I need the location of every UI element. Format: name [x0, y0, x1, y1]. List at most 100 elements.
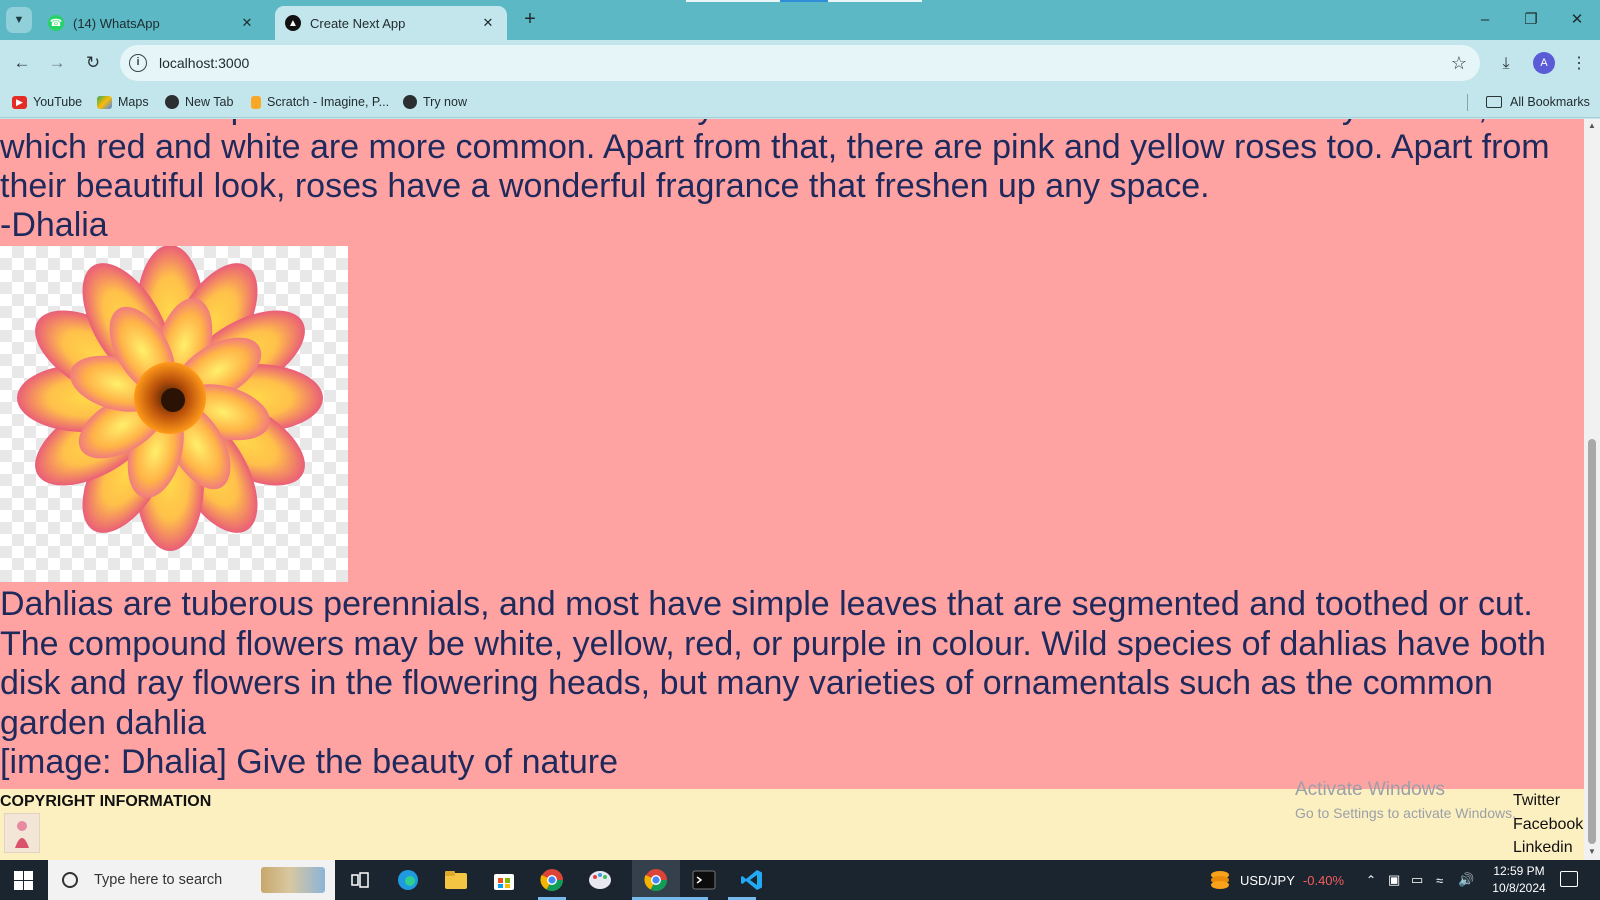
page-viewport[interactable]: It has beautiful petals and a stem that … [0, 119, 1584, 860]
tab-title: (14) WhatsApp [73, 15, 160, 31]
file-explorer-app[interactable] [442, 866, 470, 894]
reload-icon: ↻ [85, 53, 101, 72]
edge-app[interactable] [394, 866, 422, 894]
copyright-heading: COPYRIGHT INFORMATION [0, 793, 212, 810]
bookmark-label: Try now [423, 95, 467, 109]
page-footer: COPYRIGHT INFORMATION Activate Windows G… [0, 779, 1584, 860]
vscode-app[interactable] [738, 866, 766, 894]
info-icon[interactable]: i [129, 54, 147, 72]
edge-icon [398, 870, 418, 890]
store-icon [494, 874, 514, 890]
menu-button[interactable]: ⋮ [1567, 52, 1591, 76]
device-icon: ▣ [1388, 872, 1401, 887]
dahlia-flower-illustration [17, 245, 323, 551]
kebab-menu-icon: ⋮ [1571, 55, 1587, 72]
store-app[interactable] [490, 866, 518, 894]
reload-button[interactable]: ↻ [80, 50, 106, 76]
globe-icon [165, 95, 179, 109]
bookmark-scratch[interactable]: Scratch - Imagine, P... [251, 92, 389, 112]
chrome-app[interactable] [538, 866, 566, 894]
all-bookmarks-button[interactable]: All Bookmarks [1486, 92, 1590, 112]
ticker-change: -0.40% [1302, 872, 1345, 888]
maps-icon [97, 95, 112, 109]
close-window-button[interactable]: ✕ [1562, 8, 1592, 32]
social-link-linkedin[interactable]: Linkedin [1513, 836, 1583, 860]
search-highlight-image [261, 867, 325, 893]
new-tab-button[interactable]: + [518, 8, 542, 32]
task-view-button[interactable] [346, 866, 374, 894]
bookmarks-bar: ▶ YouTube Maps New Tab Scratch - Imagine… [0, 86, 1600, 118]
url-text[interactable]: localhost:3000 [159, 55, 1444, 71]
scroll-up-icon[interactable]: ▲ [1588, 121, 1596, 130]
taskbar-clock[interactable]: 12:59 PM 10/8/2024 [1482, 863, 1556, 897]
terminal-app[interactable] [690, 866, 718, 894]
page-content: It has beautiful petals and a stem that … [0, 119, 1584, 789]
watermark-line-2: Go to Settings to activate Windows. [1295, 805, 1516, 821]
dahlia-image [0, 245, 348, 582]
arrow-right-icon: → [48, 53, 66, 72]
drag-indicator [686, 0, 780, 2]
close-icon[interactable]: ✕ [479, 15, 497, 31]
windows-start-button[interactable] [14, 871, 33, 890]
watermark-line-1: Activate Windows [1295, 779, 1445, 800]
scrollbar-thumb[interactable] [1588, 439, 1596, 844]
ticker-widget-icon[interactable] [1206, 866, 1234, 894]
scroll-down-icon[interactable]: ▼ [1588, 847, 1596, 856]
task-view-icon [351, 872, 369, 888]
bookmark-label: Maps [118, 95, 149, 109]
restore-button[interactable]: ❐ [1516, 8, 1546, 32]
download-icon: ⤓ [1502, 55, 1510, 72]
bookmark-new-tab[interactable]: New Tab [165, 92, 233, 112]
globe-icon [403, 95, 417, 109]
plus-icon: + [524, 8, 536, 30]
search-icon [62, 872, 78, 888]
social-link-twitter[interactable]: Twitter [1513, 789, 1583, 813]
bookmark-label: New Tab [185, 95, 234, 109]
flower-heading: -Dhalia [0, 206, 108, 244]
volume-tray[interactable]: 🔊 [1458, 860, 1474, 900]
drag-indicator-accent [780, 0, 828, 2]
drag-indicator-2 [828, 0, 922, 2]
taskbar-search[interactable]: Type here to search [48, 860, 335, 900]
downloads-button[interactable]: ⤓ [1494, 52, 1518, 76]
footer-logo [4, 813, 40, 853]
arrow-left-icon: ← [13, 53, 31, 72]
dahlia-paragraph: Dahlias are tuberous perennials, and mos… [0, 585, 1546, 742]
star-icon[interactable]: ☆ [1444, 53, 1474, 74]
bookmark-label: Scratch - Imagine, P... [267, 95, 390, 109]
minimize-button[interactable]: – [1470, 8, 1500, 32]
meet-now-tray[interactable]: ▣ [1388, 860, 1400, 900]
image-caption: [image: Dhalia] Give the beauty of natur… [0, 743, 619, 781]
tab-search-button[interactable]: ▼ [6, 7, 32, 33]
chrome-profile-app[interactable] [642, 866, 670, 894]
bookmarks-divider [1467, 94, 1468, 111]
bookmark-maps[interactable]: Maps [97, 92, 149, 112]
ticker-widget[interactable]: USD/JPY -0.40% [1240, 860, 1344, 900]
profile-avatar[interactable]: A [1533, 52, 1555, 74]
notification-icon[interactable] [1560, 871, 1578, 887]
clock-date: 10/8/2024 [1492, 881, 1546, 895]
battery-icon: ▭ [1411, 872, 1424, 887]
address-bar[interactable]: i localhost:3000 ☆ [120, 45, 1480, 81]
speaker-icon: 🔊 [1458, 872, 1475, 887]
chevron-up-icon: ⌃ [1366, 873, 1377, 887]
back-button[interactable]: ← [9, 50, 35, 76]
battery-tray[interactable]: ▭ [1411, 860, 1423, 900]
close-icon[interactable]: ✕ [238, 15, 256, 31]
forward-button[interactable]: → [44, 50, 70, 76]
network-tray[interactable]: ≈ [1436, 860, 1443, 900]
paint-app[interactable] [586, 866, 614, 894]
page-scrollbar[interactable]: ▲ ▼ [1584, 119, 1600, 860]
tab-whatsapp[interactable]: ☎ (14) WhatsApp ✕ [38, 6, 266, 40]
tab-create-next-app[interactable]: ▲ Create Next App ✕ [275, 6, 507, 40]
folder-icon [1486, 96, 1502, 108]
bookmark-label: YouTube [33, 95, 83, 109]
tab-title: Create Next App [310, 15, 406, 31]
social-link-facebook[interactable]: Facebook [1513, 813, 1583, 837]
whatsapp-icon: ☎ [48, 15, 64, 31]
bookmark-youtube[interactable]: ▶ YouTube [12, 92, 82, 112]
bookmark-label: All Bookmarks [1510, 95, 1590, 109]
show-hidden-icons[interactable]: ⌃ [1366, 860, 1376, 900]
bookmark-try-now[interactable]: Try now [403, 92, 467, 112]
chrome-icon [644, 869, 667, 891]
